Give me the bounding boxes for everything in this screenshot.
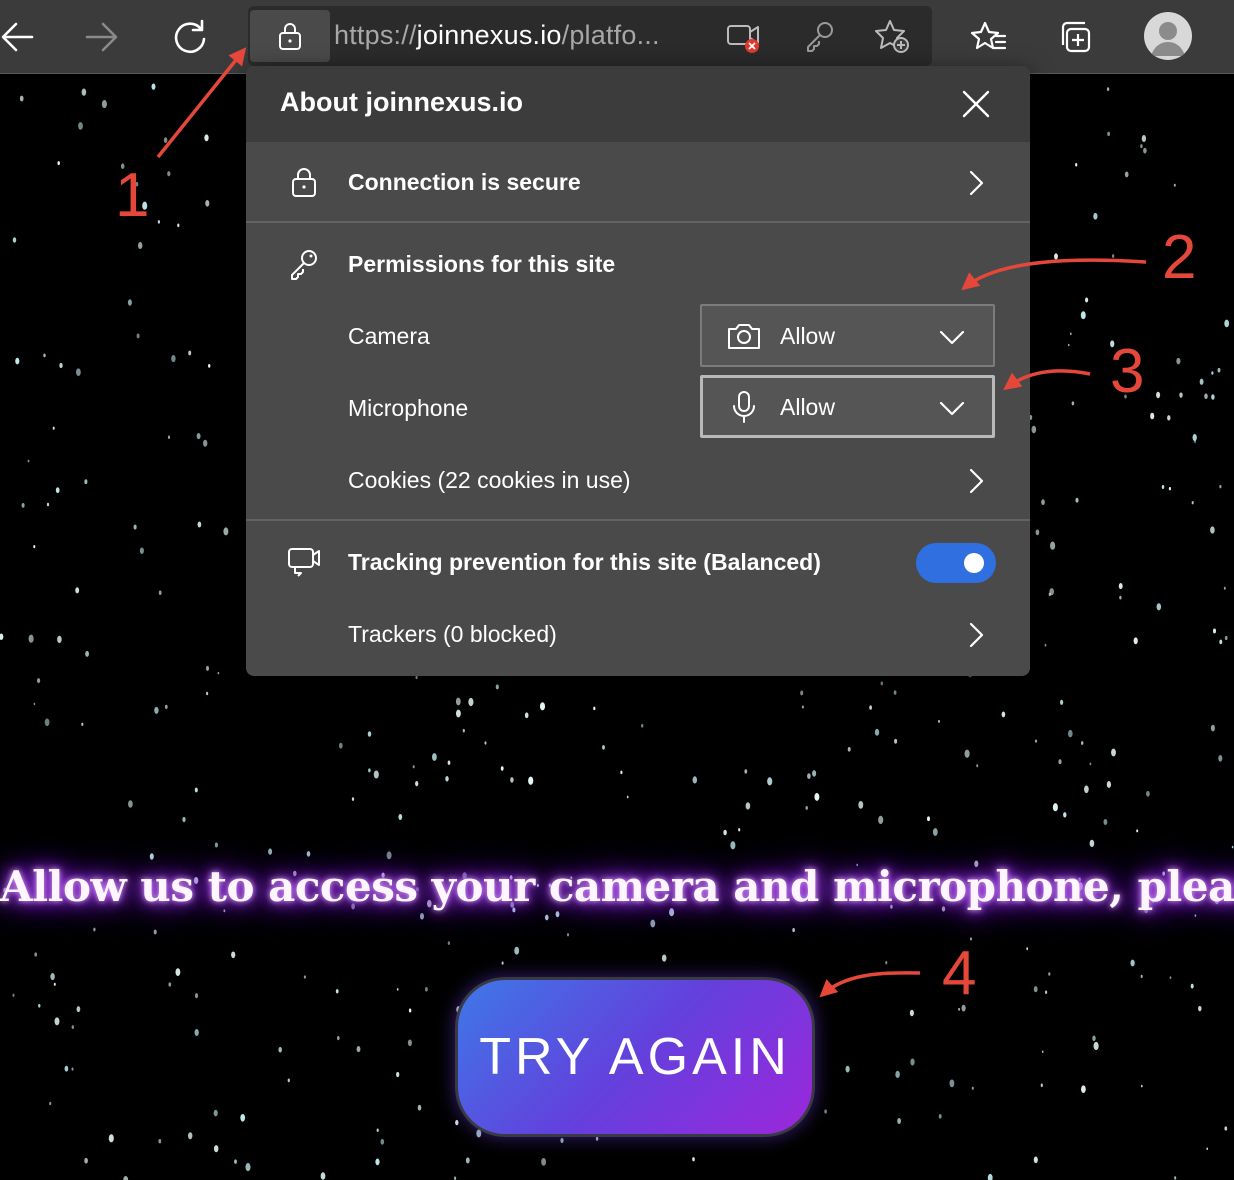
person-icon [1151, 22, 1185, 56]
favorites-icon[interactable] [963, 12, 1013, 62]
profile-avatar[interactable] [1144, 12, 1192, 60]
site-info-button[interactable] [250, 10, 330, 62]
lock-icon [286, 164, 322, 200]
camera-permission-value: Allow [780, 323, 835, 349]
microphone-label: Microphone [348, 395, 469, 421]
toggle-knob [964, 553, 984, 573]
url-host: joinnexus.io [416, 20, 562, 50]
back-arrow-icon[interactable] [0, 12, 42, 62]
address-bar[interactable]: https://joinnexus.io/platfo... [248, 6, 932, 66]
chevron-down-icon [938, 323, 966, 351]
forward-arrow-icon[interactable] [77, 12, 127, 62]
add-favorite-icon[interactable] [872, 16, 912, 56]
popup-title: About joinnexus.io [280, 87, 523, 117]
microphone-icon [726, 389, 762, 425]
chevron-right-icon [962, 621, 990, 649]
chevron-right-icon [962, 467, 990, 495]
chevron-down-icon [938, 394, 966, 422]
camera-blocked-icon[interactable] [724, 16, 764, 56]
divider [246, 519, 1030, 521]
annotation-label-3: 3 [1110, 337, 1145, 406]
lock-icon [279, 23, 301, 50]
browser-toolbar: https://joinnexus.io/platfo... [0, 0, 1234, 74]
chevron-right-icon [962, 169, 990, 197]
key-icon [286, 246, 322, 282]
annotation-label-4: 4 [942, 939, 977, 1008]
microphone-permission-value: Allow [780, 394, 835, 420]
close-icon[interactable] [958, 86, 994, 122]
page-headline: Allow us to access your camera and micro… [0, 862, 1234, 911]
tracking-toggle[interactable] [916, 543, 996, 583]
camera-permission-select[interactable]: Allow [700, 304, 995, 367]
tracking-prevention-icon [286, 544, 322, 580]
trackers-label: Trackers (0 blocked) [348, 621, 557, 647]
address-url[interactable]: https://joinnexus.io/platfo... [334, 17, 660, 53]
key-icon[interactable] [800, 16, 840, 56]
url-path: /platfo... [561, 20, 660, 50]
tracking-label: Tracking prevention for this site (Balan… [348, 549, 821, 575]
divider [246, 221, 1030, 223]
camera-label: Camera [348, 323, 430, 349]
popup-header: About joinnexus.io [246, 66, 1030, 142]
cookies-label: Cookies (22 cookies in use) [348, 467, 631, 493]
annotation-label-1: 1 [115, 161, 150, 230]
reload-icon[interactable] [165, 12, 215, 62]
url-scheme: https:// [334, 20, 417, 50]
collections-icon[interactable] [1052, 12, 1102, 62]
site-info-popup: About joinnexus.io Connection is secure … [246, 66, 1030, 676]
connection-label: Connection is secure [348, 169, 581, 195]
annotation-label-2: 2 [1162, 223, 1197, 292]
camera-icon [726, 318, 762, 354]
microphone-permission-select[interactable]: Allow [700, 375, 995, 438]
try-again-button[interactable]: TRY AGAIN [455, 977, 815, 1137]
permissions-heading: Permissions for this site [348, 251, 616, 277]
